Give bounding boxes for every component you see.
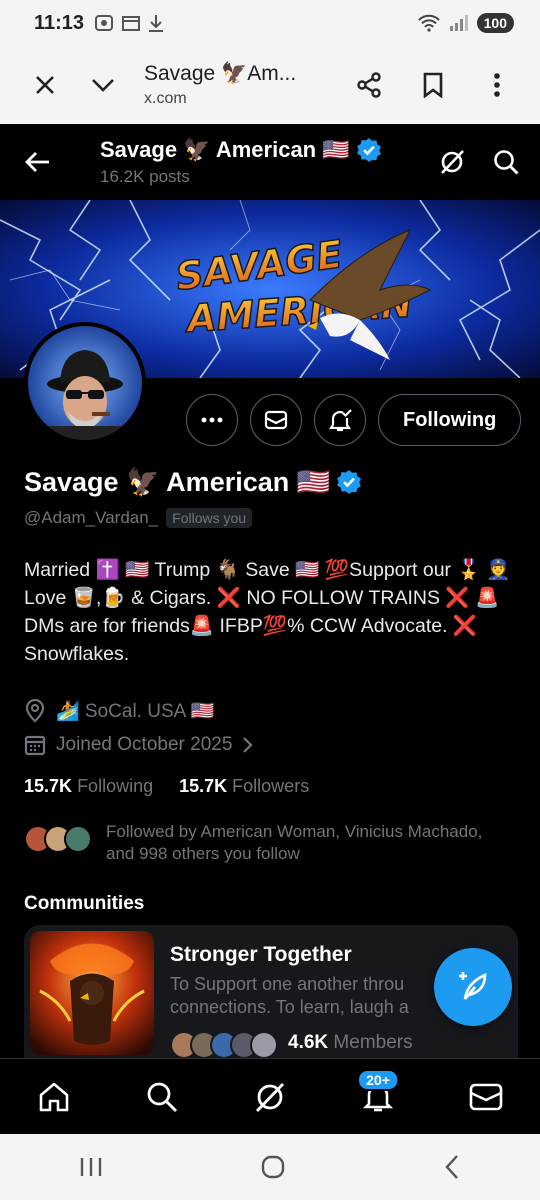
- profile-bio: Married ✝️ 🇺🇸 Trump 🐐 Save 🇺🇸 💯Support o…: [24, 559, 511, 665]
- chevron-down-icon: [92, 79, 114, 92]
- following-label: Following: [77, 776, 154, 796]
- followers-stat[interactable]: 15.7K Followers: [179, 776, 309, 797]
- envelope-icon: [469, 1083, 503, 1110]
- bookmark-button[interactable]: [406, 58, 460, 112]
- nav-home[interactable]: [24, 1067, 84, 1127]
- community-description: To Support one another throu connections…: [170, 973, 450, 1019]
- more-vertical-icon: [494, 73, 500, 97]
- back-button[interactable]: [18, 142, 58, 182]
- header-name: Savage 🦅 American 🇺🇸: [100, 137, 350, 162]
- members-label: Members: [333, 1032, 413, 1053]
- nav-grok[interactable]: [240, 1067, 300, 1127]
- search-icon[interactable]: [492, 148, 520, 176]
- avatar: [64, 825, 92, 853]
- header-post-count: 16.2K posts: [100, 167, 190, 186]
- message-button[interactable]: [250, 394, 302, 446]
- browser-title: Savage 🦅Am...: [144, 62, 297, 85]
- community-name: Stronger Together: [170, 943, 352, 966]
- share-button[interactable]: [342, 58, 396, 112]
- follows-you-badge: Follows you: [166, 508, 253, 528]
- compose-post-button[interactable]: [434, 948, 512, 1026]
- profile-name: Savage 🦅 American 🇺🇸: [24, 467, 331, 497]
- profile-info: Savage 🦅 American 🇺🇸 @Adam_Vardan_ Follo…: [24, 466, 520, 865]
- following-count: 15.7K: [24, 776, 73, 796]
- more-horizontal-icon: [201, 417, 223, 423]
- arrow-left-icon: [25, 152, 49, 172]
- location-row: 🏄 SoCal. USA 🇺🇸: [24, 694, 520, 728]
- profile-avatar[interactable]: [24, 322, 146, 444]
- nav-messages[interactable]: [456, 1067, 516, 1127]
- home-circle-icon[interactable]: [260, 1154, 286, 1180]
- notifications-badge: 20+: [357, 1068, 399, 1091]
- status-bar: 11:13 100: [0, 0, 540, 46]
- grok-icon[interactable]: [438, 148, 466, 176]
- bottom-navigation: 20+: [0, 1058, 540, 1134]
- avatar: [250, 1031, 278, 1059]
- minimize-button[interactable]: [76, 58, 130, 112]
- bell-check-icon: [328, 409, 352, 432]
- bookmark-icon: [423, 72, 443, 98]
- community-image: [30, 931, 154, 1055]
- profile-handle: @Adam_Vardan_: [24, 508, 159, 527]
- profile-header: Savage 🦅 American 🇺🇸 16.2K posts: [0, 124, 540, 200]
- avatar-image: [28, 326, 142, 440]
- close-tab-button[interactable]: [18, 58, 72, 112]
- followers-label: Followers: [232, 776, 310, 796]
- followers-count: 15.7K: [179, 776, 228, 796]
- verified-badge-icon: [356, 138, 381, 162]
- profile-location: 🏄 SoCal. USA 🇺🇸: [56, 701, 215, 722]
- system-navigation: [0, 1134, 540, 1200]
- browser-url: x.com: [144, 90, 187, 107]
- share-icon: [357, 72, 381, 98]
- verified-badge-icon: [337, 470, 362, 494]
- profile-joined: Joined October 2025: [56, 734, 233, 755]
- notifications-toggle-button[interactable]: [314, 394, 366, 446]
- calendar-icon: [122, 16, 141, 31]
- more-button[interactable]: [186, 394, 238, 446]
- compose-feather-icon: [459, 972, 487, 1000]
- followed-by-row[interactable]: Followed by American Woman, Vinicius Mac…: [24, 821, 520, 865]
- wifi-icon: [417, 14, 440, 32]
- members-count: 4.6K: [288, 1032, 329, 1053]
- browser-title-area[interactable]: Savage 🦅Am... x.com: [144, 62, 342, 108]
- home-icon: [39, 1082, 69, 1111]
- phoenix-image: [30, 931, 154, 1055]
- chevron-right-icon: [243, 737, 253, 753]
- community-members: 4.6K Members: [170, 1027, 413, 1059]
- browser-bar: Savage 🦅Am... x.com: [0, 46, 540, 124]
- communities-heading: Communities: [24, 893, 145, 914]
- envelope-icon: [264, 410, 288, 430]
- back-chevron-icon[interactable]: [443, 1154, 461, 1180]
- screenshot-icon: [95, 15, 114, 31]
- followed-by-text: Followed by American Woman, Vinicius Mac…: [106, 822, 483, 863]
- community-description-line: connections. To learn, laugh a: [170, 997, 409, 1017]
- more-options-button[interactable]: [470, 58, 524, 112]
- joined-row: Joined October 2025: [24, 728, 520, 762]
- signal-icon: [449, 15, 468, 31]
- status-icons: [94, 14, 164, 32]
- member-avatars: [170, 1031, 278, 1059]
- mutual-avatars: [24, 825, 92, 853]
- following-button[interactable]: Following: [378, 394, 522, 446]
- calendar-icon: [24, 735, 46, 756]
- nav-search[interactable]: [132, 1067, 192, 1127]
- location-pin-icon: [25, 699, 45, 723]
- battery-indicator: 100: [476, 13, 514, 33]
- grok-icon: [255, 1082, 285, 1112]
- close-icon: [36, 76, 54, 94]
- profile-actions: Following: [186, 394, 522, 446]
- status-time: 11:13: [34, 11, 85, 34]
- following-stat[interactable]: 15.7K Following: [24, 776, 153, 797]
- nav-notifications[interactable]: 20+: [348, 1067, 408, 1127]
- community-description-line: To Support one another throu: [170, 974, 405, 994]
- download-icon: [149, 15, 164, 32]
- recent-apps-icon[interactable]: [79, 1156, 103, 1178]
- search-icon: [147, 1082, 178, 1112]
